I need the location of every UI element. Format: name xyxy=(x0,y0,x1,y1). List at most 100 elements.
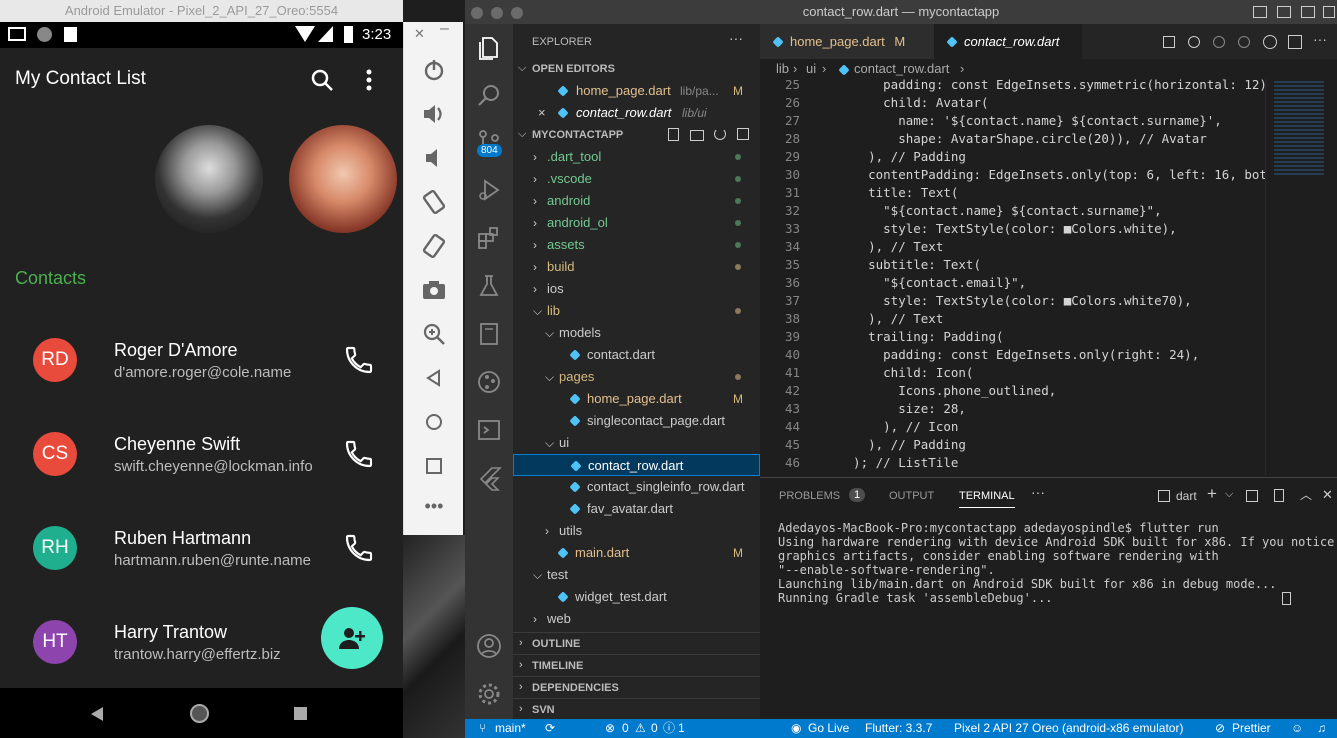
tree-folder-item[interactable]: › android_ol xyxy=(513,212,760,234)
flutter-icon[interactable] xyxy=(475,464,503,492)
sync-icon[interactable]: ⟳ xyxy=(545,719,555,738)
more-actions-icon[interactable]: ··· xyxy=(1031,484,1045,500)
code-line[interactable]: Icons.phone_outlined, xyxy=(838,383,1056,398)
code-line[interactable]: style: TextStyle(color: ■Colors.white70)… xyxy=(838,293,1192,308)
code-line[interactable]: shape: AvatarShape.circle(20)), // Avata… xyxy=(838,131,1207,146)
code-line[interactable]: ); // ListTile xyxy=(838,455,958,470)
code-line[interactable]: padding: const EdgeInsets.symmetric(hori… xyxy=(838,79,1274,92)
tree-folder-item[interactable]: ⌵ models xyxy=(513,322,760,344)
close-icon[interactable]: ✕ xyxy=(414,26,425,42)
open-editor-item[interactable]: × contact_row.dart lib/ui xyxy=(513,102,760,124)
trash-icon[interactable] xyxy=(1274,489,1284,502)
layout-icon[interactable] xyxy=(1323,6,1335,18)
back-icon[interactable] xyxy=(91,707,103,721)
favorite-avatar-1[interactable] xyxy=(155,125,263,233)
home-icon[interactable] xyxy=(420,408,448,436)
svn-section[interactable]: › SVN xyxy=(513,698,760,719)
tree-folder-item[interactable]: ⌵ ui xyxy=(513,432,760,454)
tab-terminal[interactable]: TERMINAL xyxy=(959,490,1015,508)
warning-count[interactable]: 0 xyxy=(651,719,658,738)
minimize-icon[interactable]: – xyxy=(440,20,449,38)
testing-icon[interactable] xyxy=(475,272,503,300)
code-line[interactable]: child: Icon( xyxy=(838,365,973,380)
open-changes-icon[interactable] xyxy=(1163,36,1175,48)
phone-icon[interactable] xyxy=(343,344,375,376)
tree-folder-item[interactable]: › android xyxy=(513,190,760,212)
close-window-button[interactable] xyxy=(471,7,483,19)
code-line[interactable]: "${contact.name} ${contact.surname}", xyxy=(838,203,1161,218)
split-editor-icon[interactable] xyxy=(1288,35,1302,49)
code-line[interactable]: ), // Padding xyxy=(838,437,966,452)
chevron-down-icon[interactable]: ⌵ xyxy=(1225,488,1233,501)
more-actions-icon[interactable]: ··· xyxy=(1313,31,1327,47)
maximize-window-button[interactable] xyxy=(511,7,523,19)
run-debug-icon[interactable] xyxy=(475,176,503,204)
more-vert-icon[interactable] xyxy=(364,68,374,92)
extensions-icon[interactable] xyxy=(475,224,503,252)
flutter-outline-icon[interactable] xyxy=(1263,35,1277,49)
code-line[interactable]: padding: const EdgeInsets.only(right: 24… xyxy=(838,347,1199,362)
more-horiz-icon[interactable]: ••• xyxy=(420,496,448,524)
maximize-panel-icon[interactable]: ︿ xyxy=(1300,486,1312,503)
more-actions-icon[interactable]: ··· xyxy=(729,30,743,46)
search-icon[interactable] xyxy=(475,82,503,110)
tree-folder-item[interactable]: › web xyxy=(513,608,760,630)
search-icon[interactable] xyxy=(310,68,334,92)
tree-folder-item[interactable]: › .dart_tool xyxy=(513,146,760,168)
code-line[interactable]: trailing: Padding( xyxy=(838,329,1003,344)
open-editors-header[interactable]: OPEN EDITORS xyxy=(532,63,615,75)
tab-home-page[interactable]: home_page.dart M xyxy=(760,24,934,59)
layout-icon[interactable] xyxy=(1277,6,1291,18)
tree-file-item[interactable]: contact_row.dart xyxy=(513,454,760,476)
tree-file-item[interactable]: home_page.dart M xyxy=(513,388,760,410)
close-icon[interactable]: × xyxy=(538,102,546,124)
code-line[interactable]: subtitle: Text( xyxy=(838,257,981,272)
contact-row[interactable]: RD Roger D'Amore d'amore.roger@cole.name xyxy=(0,314,403,408)
error-count[interactable]: 0 xyxy=(622,719,629,738)
code-line[interactable]: style: TextStyle(color: ■Colors.white), xyxy=(838,221,1177,236)
flutter-version[interactable]: Flutter: 3.3.7 xyxy=(865,719,932,738)
back-icon[interactable] xyxy=(420,364,448,392)
chevron-down-icon[interactable]: ⌵ xyxy=(518,62,526,75)
account-icon[interactable] xyxy=(475,632,503,660)
files-icon[interactable] xyxy=(475,34,503,62)
close-panel-icon[interactable]: ✕ xyxy=(1322,487,1333,503)
tree-file-item[interactable]: singlecontact_page.dart xyxy=(513,410,760,432)
code-line[interactable]: ), // Text xyxy=(838,311,943,326)
terminal-shell-label[interactable]: dart xyxy=(1176,489,1197,503)
dependencies-section[interactable]: › DEPENDENCIES xyxy=(513,676,760,698)
add-contact-fab[interactable] xyxy=(321,607,383,669)
feedback-icon[interactable]: ☺ xyxy=(1291,719,1303,738)
git-branch[interactable]: main* xyxy=(495,719,526,738)
minimize-window-button[interactable] xyxy=(491,7,503,19)
layout-icon[interactable] xyxy=(1301,6,1315,18)
minimap[interactable] xyxy=(1265,79,1337,475)
tree-folder-item[interactable]: ⌵ pages xyxy=(513,366,760,388)
chevron-down-icon[interactable]: ⌵ xyxy=(518,128,526,141)
device-selector[interactable]: Pixel 2 API 27 Oreo (android-x86 emulato… xyxy=(954,719,1183,738)
code-line[interactable]: "${contact.email}", xyxy=(838,275,1026,290)
project-header[interactable]: MYCONTACTAPP xyxy=(532,129,623,141)
new-folder-icon[interactable] xyxy=(690,130,704,141)
go-back-icon[interactable] xyxy=(1188,36,1200,48)
code-line[interactable]: title: Text( xyxy=(838,185,958,200)
home-icon[interactable] xyxy=(190,704,209,723)
code-line[interactable]: size: 28, xyxy=(838,401,966,416)
favorite-avatar-2[interactable] xyxy=(289,125,397,233)
code-editor[interactable]: 25 padding: const EdgeInsets.symmetric(h… xyxy=(760,79,1337,475)
go-forward-icon[interactable] xyxy=(1238,36,1250,48)
terminal-icon[interactable] xyxy=(475,416,503,444)
prettier-status[interactable]: Prettier xyxy=(1232,719,1271,738)
info-count[interactable]: 1 xyxy=(678,719,685,738)
timeline-dot-icon[interactable] xyxy=(1213,36,1225,48)
code-line[interactable]: ), // Padding xyxy=(838,149,966,164)
refresh-icon[interactable] xyxy=(714,128,726,140)
collapse-all-icon[interactable] xyxy=(737,128,749,140)
tree-folder-item[interactable]: › build xyxy=(513,256,760,278)
breadcrumb-item[interactable]: ui xyxy=(806,61,816,76)
tab-problems[interactable]: PROBLEMS xyxy=(779,490,840,502)
open-editor-item[interactable]: home_page.dart lib/pa... M xyxy=(513,80,760,102)
code-line[interactable]: ), // Icon xyxy=(838,419,958,434)
tree-folder-item[interactable]: ⌵ lib xyxy=(513,300,760,322)
tab-output[interactable]: OUTPUT xyxy=(889,490,934,502)
